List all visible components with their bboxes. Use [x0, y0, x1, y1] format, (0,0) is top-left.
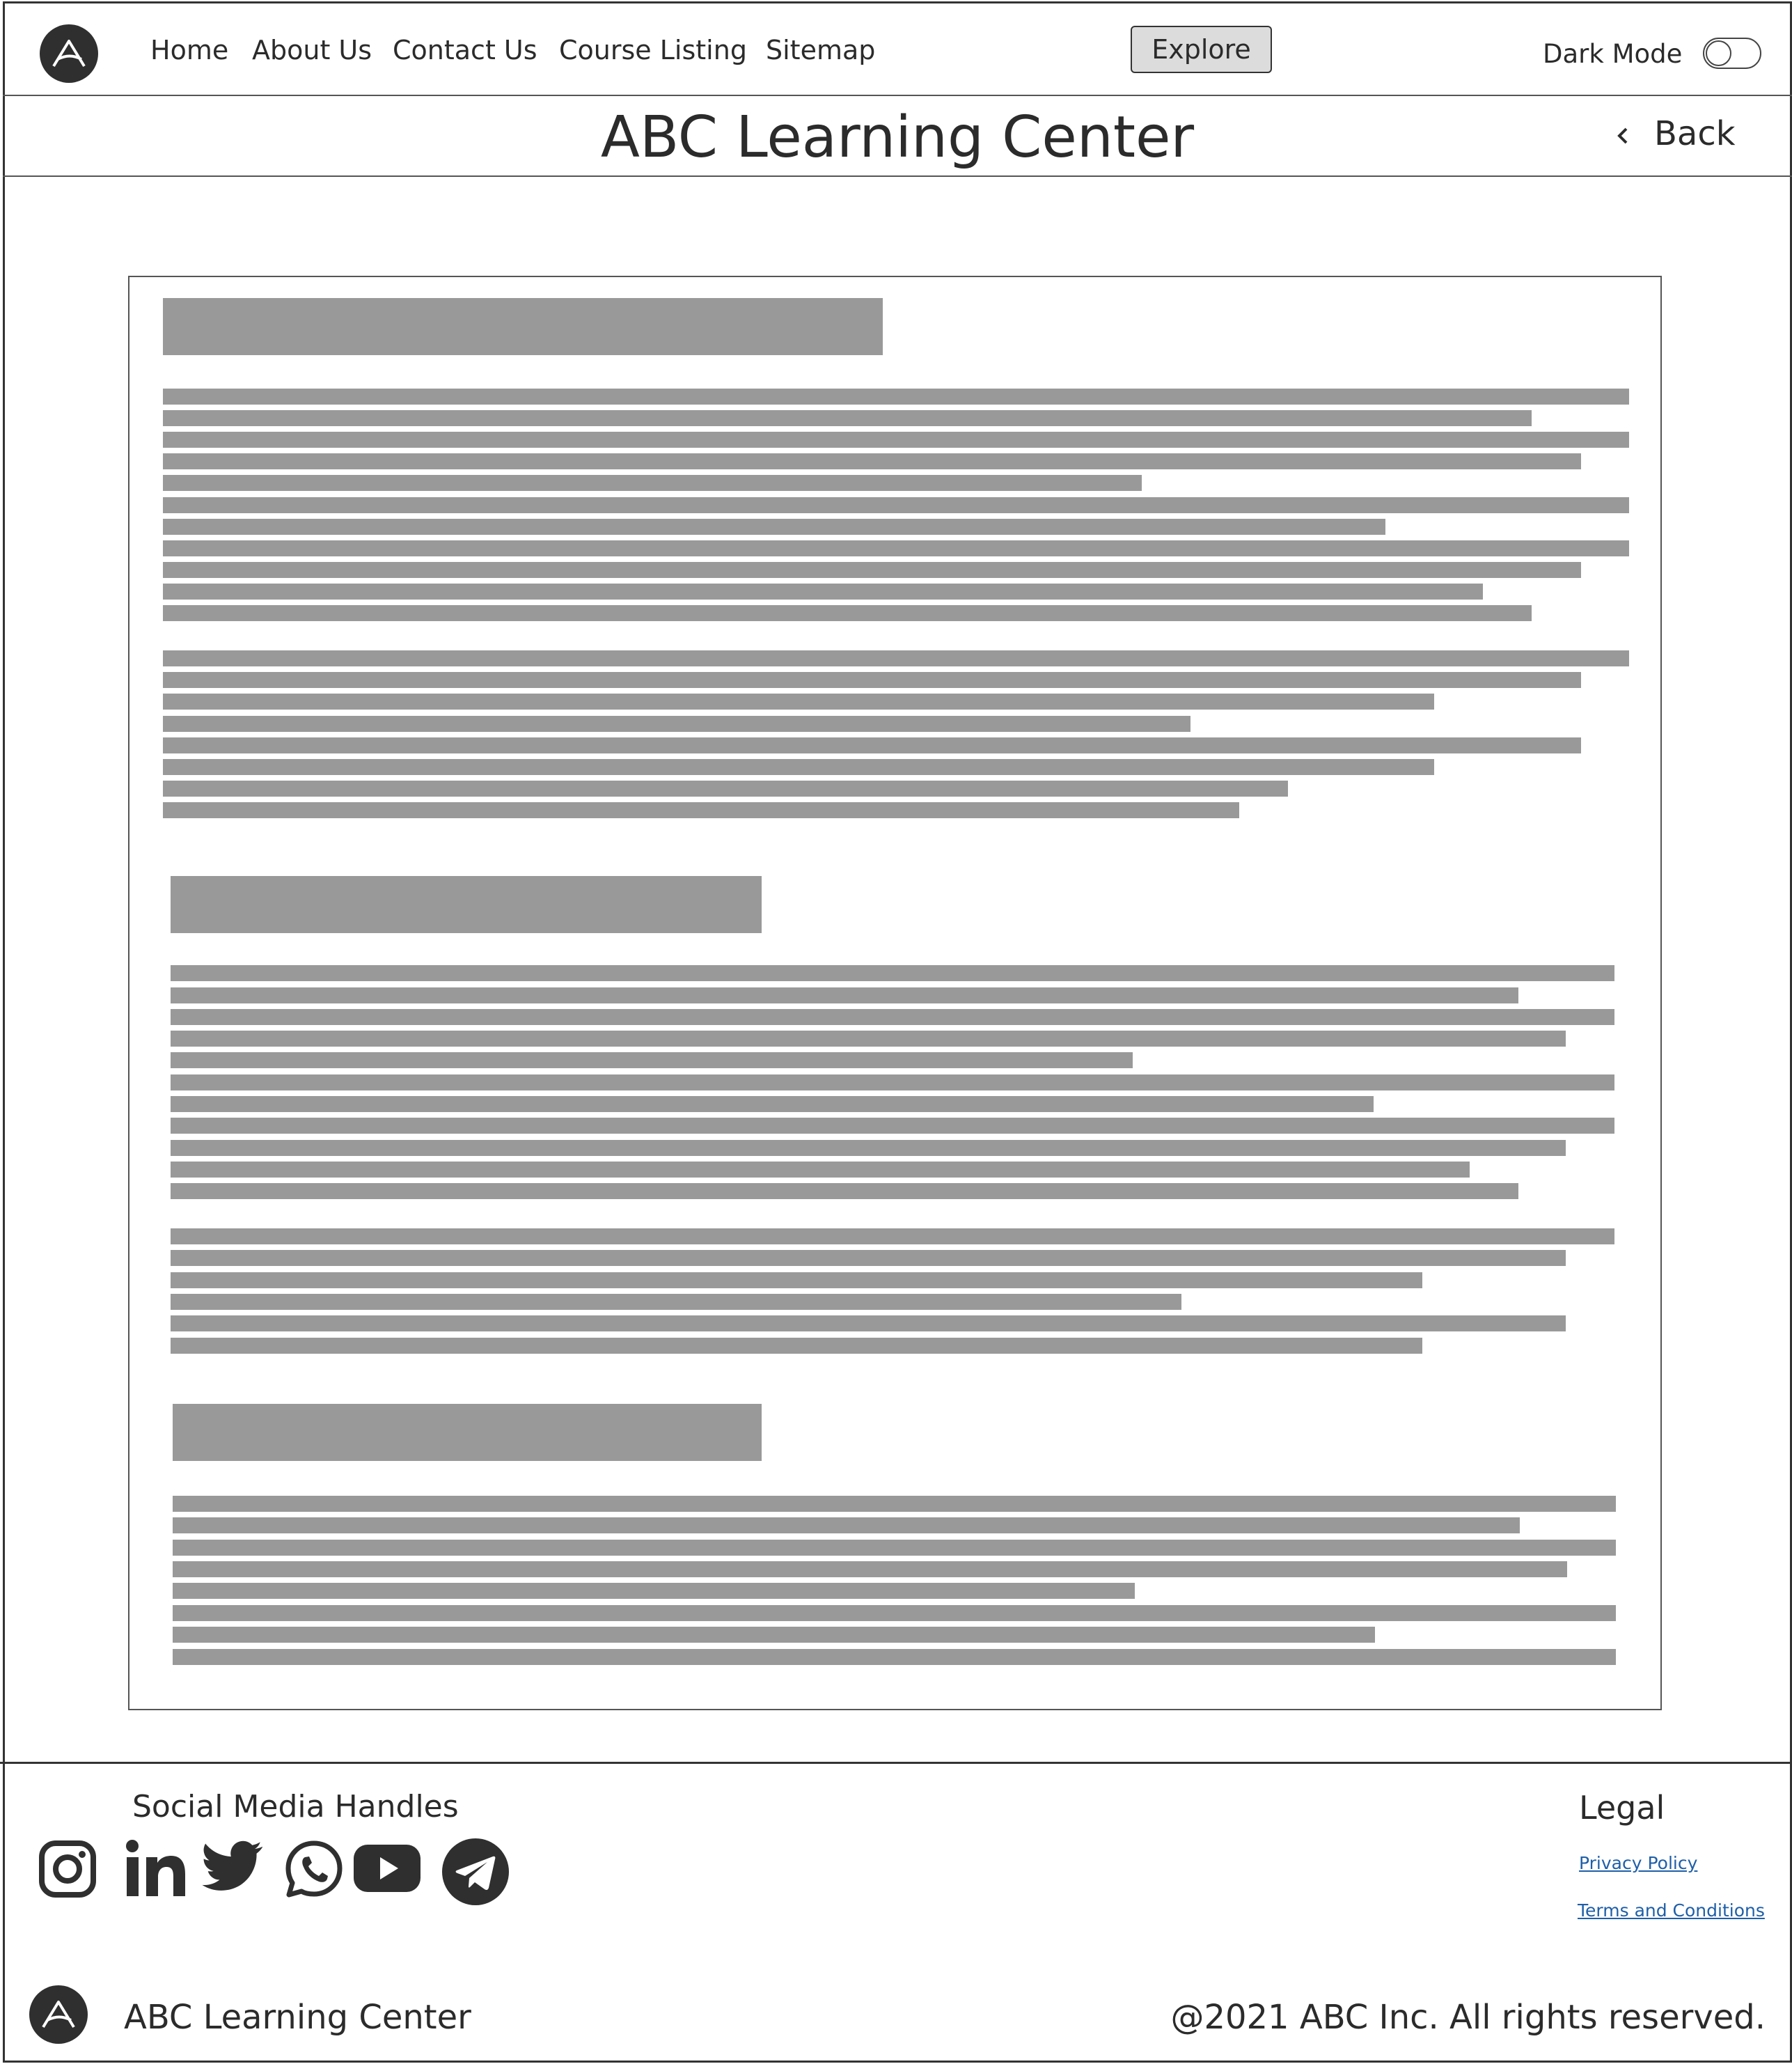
text-line-placeholder	[171, 1118, 1614, 1134]
nav-home-link[interactable]: Home	[150, 35, 228, 65]
twitter-icon[interactable]	[202, 1839, 263, 1898]
text-line-placeholder	[171, 965, 1614, 981]
content-card	[128, 276, 1662, 1710]
chevron-left-icon	[1617, 114, 1629, 153]
footer-brand-name: ABC Learning Center	[124, 1998, 471, 2037]
text-line-placeholder	[173, 1627, 1375, 1643]
section-heading-placeholder	[173, 1404, 762, 1461]
text-line-placeholder	[173, 1540, 1616, 1556]
toggle-knob	[1706, 40, 1731, 66]
text-line-placeholder	[171, 1052, 1133, 1068]
text-line-placeholder	[163, 389, 1629, 405]
a-logo-icon[interactable]	[40, 24, 98, 83]
dark-mode-label: Dark Mode	[1543, 39, 1683, 69]
text-line-placeholder	[171, 1250, 1566, 1266]
text-line-placeholder	[171, 1074, 1614, 1090]
text-line-placeholder	[173, 1517, 1520, 1533]
text-line-placeholder	[163, 759, 1434, 775]
text-line-placeholder	[171, 1338, 1422, 1354]
top-navbar: Home About Us Contact Us Course Listing …	[3, 1, 1792, 96]
text-line-placeholder	[163, 562, 1581, 578]
text-line-placeholder	[163, 432, 1629, 448]
text-line-placeholder	[171, 1140, 1566, 1156]
telegram-icon[interactable]	[441, 1838, 510, 1909]
text-line-placeholder	[171, 1009, 1614, 1025]
text-line-placeholder	[173, 1649, 1616, 1665]
footer: Social Media Handles Legal Privacy Polic…	[0, 1762, 1792, 2064]
nav-course-listing-link[interactable]: Course Listing	[559, 35, 747, 65]
text-line-placeholder	[163, 497, 1629, 513]
section-heading-placeholder	[171, 876, 762, 933]
text-line-placeholder	[173, 1605, 1616, 1621]
text-line-placeholder	[163, 781, 1288, 797]
text-line-placeholder	[163, 584, 1483, 600]
explore-button[interactable]: Explore	[1131, 26, 1272, 73]
legal-heading: Legal	[1579, 1789, 1665, 1827]
text-line-placeholder	[163, 672, 1581, 688]
text-line-placeholder	[163, 737, 1581, 753]
text-line-placeholder	[171, 1294, 1181, 1310]
nav-sitemap-link[interactable]: Sitemap	[766, 35, 875, 65]
title-bar: ABC Learning Center Back	[3, 96, 1792, 177]
text-line-placeholder	[163, 475, 1142, 491]
terms-and-conditions-link[interactable]: Terms and Conditions	[1578, 1900, 1765, 1921]
linkedin-icon[interactable]	[125, 1839, 187, 1902]
text-line-placeholder	[173, 1561, 1567, 1577]
text-line-placeholder	[163, 540, 1629, 556]
text-line-placeholder	[171, 1315, 1566, 1331]
privacy-policy-link[interactable]: Privacy Policy	[1579, 1853, 1697, 1873]
nav-about-us-link[interactable]: About Us	[252, 35, 372, 65]
text-line-placeholder	[171, 1162, 1470, 1178]
text-line-placeholder	[163, 410, 1532, 426]
text-line-placeholder	[163, 519, 1385, 535]
a-logo-icon[interactable]	[29, 1985, 88, 2044]
text-line-placeholder	[171, 987, 1518, 1003]
text-line-placeholder	[171, 1183, 1518, 1199]
youtube-icon[interactable]	[354, 1843, 421, 1896]
back-label: Back	[1654, 114, 1736, 153]
text-line-placeholder	[171, 1031, 1566, 1047]
text-line-placeholder	[163, 605, 1532, 621]
page-title: ABC Learning Center	[600, 104, 1195, 171]
social-media-heading: Social Media Handles	[132, 1789, 459, 1824]
back-button[interactable]: Back	[1617, 114, 1736, 153]
dark-mode-toggle[interactable]	[1703, 38, 1761, 69]
whatsapp-icon[interactable]	[284, 1839, 344, 1902]
text-line-placeholder	[163, 802, 1239, 818]
text-line-placeholder	[171, 1096, 1374, 1112]
text-line-placeholder	[163, 716, 1190, 732]
section-heading-placeholder	[163, 298, 883, 355]
text-line-placeholder	[163, 694, 1434, 710]
text-line-placeholder	[163, 453, 1581, 469]
instagram-icon[interactable]	[38, 1839, 97, 1902]
text-line-placeholder	[163, 650, 1629, 666]
nav-contact-us-link[interactable]: Contact Us	[393, 35, 537, 65]
text-line-placeholder	[171, 1272, 1422, 1288]
text-line-placeholder	[173, 1496, 1616, 1512]
copyright-text: @2021 ABC Inc. All rights reserved.	[1170, 1998, 1766, 2037]
text-line-placeholder	[173, 1583, 1135, 1599]
text-line-placeholder	[171, 1228, 1614, 1244]
